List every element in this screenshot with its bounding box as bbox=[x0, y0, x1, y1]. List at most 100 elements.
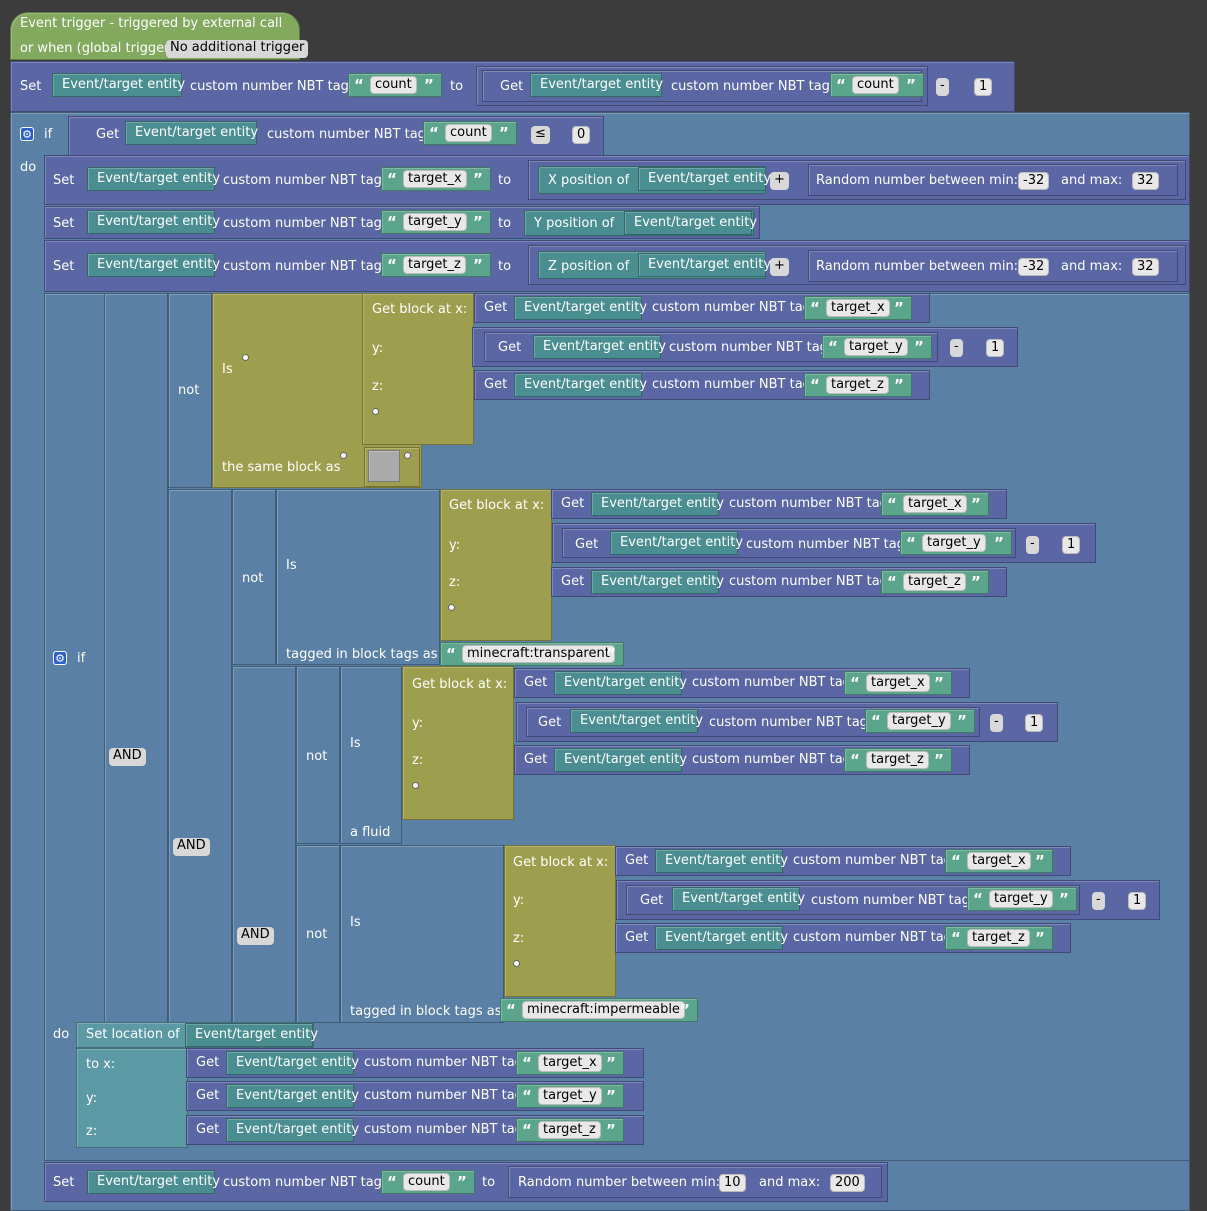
connector-icon bbox=[242, 354, 249, 361]
z-label: z: bbox=[449, 575, 461, 590]
set-label: Set bbox=[53, 173, 75, 188]
open-quote-icon: “ bbox=[522, 1054, 532, 1072]
logic-dropdown[interactable]: AND bbox=[109, 748, 146, 766]
text-field[interactable]: target_z bbox=[903, 573, 966, 591]
entity-label: Event/target entity bbox=[62, 77, 186, 92]
operator-dropdown[interactable]: - bbox=[936, 78, 949, 96]
text-field[interactable]: target_x bbox=[967, 852, 1031, 870]
get-label: Get bbox=[500, 79, 524, 94]
compare-dropdown[interactable]: ≤ bbox=[531, 126, 550, 144]
nbt-label: custom number NBT tag bbox=[223, 216, 382, 231]
text-field[interactable]: count bbox=[852, 76, 899, 94]
number-field[interactable]: 1 bbox=[974, 78, 993, 96]
z-label: z: bbox=[372, 379, 384, 394]
operator-dropdown[interactable]: - bbox=[1092, 892, 1105, 910]
get-label: Get bbox=[196, 1055, 220, 1070]
text-field[interactable]: target_z bbox=[538, 1121, 601, 1139]
get-label: Get bbox=[561, 496, 585, 511]
text-field[interactable]: target_z bbox=[826, 376, 889, 394]
operator-dropdown[interactable]: - bbox=[990, 714, 1003, 732]
text-field[interactable]: count bbox=[403, 1173, 450, 1191]
number-field[interactable]: 0 bbox=[572, 126, 591, 144]
nbt-label: custom number NBT tag bbox=[364, 1088, 523, 1103]
y-label: y: bbox=[86, 1091, 98, 1106]
max-field[interactable]: 32 bbox=[1132, 258, 1159, 276]
and-block[interactable] bbox=[104, 293, 168, 1023]
open-quote-icon: “ bbox=[522, 1121, 532, 1139]
and-block[interactable] bbox=[168, 489, 232, 1023]
text-field[interactable]: count bbox=[445, 124, 492, 142]
text-field[interactable]: target_x bbox=[538, 1054, 602, 1072]
random-min-label: Random number between min: bbox=[816, 259, 1019, 274]
open-quote-icon: “ bbox=[828, 338, 838, 356]
open-quote-icon: “ bbox=[850, 751, 860, 769]
is-tagged-block[interactable] bbox=[276, 489, 440, 665]
nbt-label: custom number NBT tag bbox=[811, 893, 970, 908]
text-field[interactable]: target_x bbox=[866, 674, 930, 692]
entity-label: Event/target entity bbox=[97, 171, 221, 186]
text-field[interactable]: target_z bbox=[866, 751, 929, 769]
block-icon[interactable] bbox=[368, 450, 400, 482]
operator-dropdown[interactable]: + bbox=[770, 258, 789, 276]
logic-dropdown[interactable]: AND bbox=[173, 838, 210, 856]
nbt-label: custom number NBT tag bbox=[729, 574, 888, 589]
global-trigger-dropdown[interactable]: No additional trigger bbox=[166, 40, 309, 58]
min-field[interactable]: -32 bbox=[1018, 172, 1050, 190]
close-quote-icon: ” bbox=[934, 674, 944, 692]
text-field[interactable]: target_x bbox=[903, 495, 967, 513]
text-field[interactable]: target_y bbox=[538, 1087, 602, 1105]
entity-label: Event/target entity bbox=[524, 377, 648, 392]
get-label: Get bbox=[196, 1088, 220, 1103]
text-field[interactable]: minecraft:impermeable bbox=[522, 1001, 685, 1019]
entity-label: Event/target entity bbox=[648, 171, 772, 186]
text-field[interactable]: count bbox=[370, 76, 417, 94]
number-field[interactable]: 1 bbox=[1128, 892, 1147, 910]
connector-icon bbox=[412, 782, 419, 789]
close-quote-icon: ” bbox=[473, 170, 483, 188]
gear-icon[interactable]: ⚙ bbox=[20, 127, 34, 141]
entity-label: Event/target entity bbox=[682, 891, 806, 906]
gear-icon[interactable]: ⚙ bbox=[53, 651, 67, 665]
text-field[interactable]: target_z bbox=[403, 256, 466, 274]
max-field[interactable]: 32 bbox=[1132, 172, 1159, 190]
is-fluid-block[interactable] bbox=[340, 666, 402, 844]
text-field[interactable]: target_x bbox=[403, 170, 467, 188]
and-block[interactable] bbox=[232, 666, 296, 1023]
text-field[interactable]: minecraft:transparent bbox=[462, 645, 615, 663]
text-field[interactable]: target_x bbox=[826, 299, 890, 317]
text-field[interactable]: target_y bbox=[887, 712, 951, 730]
logic-dropdown[interactable]: AND bbox=[237, 927, 274, 945]
operator-dropdown[interactable]: - bbox=[1026, 536, 1039, 554]
max-label: and max: bbox=[1061, 173, 1123, 188]
operator-dropdown[interactable]: - bbox=[950, 339, 963, 357]
trigger-title: Event trigger - triggered by external ca… bbox=[20, 16, 283, 31]
get-label: Get bbox=[484, 300, 508, 315]
min-field[interactable]: -32 bbox=[1018, 258, 1050, 276]
open-quote-icon: “ bbox=[810, 376, 820, 394]
y-label: y: bbox=[449, 538, 461, 553]
entity-label: Event/target entity bbox=[543, 339, 667, 354]
close-quote-icon: ” bbox=[499, 124, 509, 142]
getblock-label: Get block at x: bbox=[372, 302, 468, 317]
nbt-label: custom number NBT tag bbox=[364, 1122, 523, 1137]
operator-dropdown[interactable]: + bbox=[770, 172, 789, 190]
text-field[interactable]: target_y bbox=[403, 213, 467, 231]
text-field[interactable]: target_y bbox=[844, 338, 908, 356]
text-field[interactable]: target_z bbox=[967, 929, 1030, 947]
max-field[interactable]: 200 bbox=[830, 1174, 865, 1192]
get-label: Get bbox=[96, 127, 120, 142]
number-field[interactable]: 1 bbox=[986, 339, 1005, 357]
min-field[interactable]: 10 bbox=[719, 1174, 746, 1192]
open-quote-icon: “ bbox=[387, 170, 397, 188]
number-field[interactable]: 1 bbox=[1025, 714, 1044, 732]
close-quote-icon: ” bbox=[1035, 852, 1045, 870]
set-label: Set bbox=[20, 79, 42, 94]
open-quote-icon: “ bbox=[810, 299, 820, 317]
is-tagged-block[interactable] bbox=[340, 845, 504, 1023]
text-field[interactable]: target_y bbox=[989, 890, 1053, 908]
number-field[interactable]: 1 bbox=[1062, 536, 1081, 554]
z-label: z: bbox=[412, 753, 424, 768]
to-label: to bbox=[498, 216, 512, 231]
close-quote-icon: ” bbox=[1059, 890, 1069, 908]
text-field[interactable]: target_y bbox=[922, 534, 986, 552]
